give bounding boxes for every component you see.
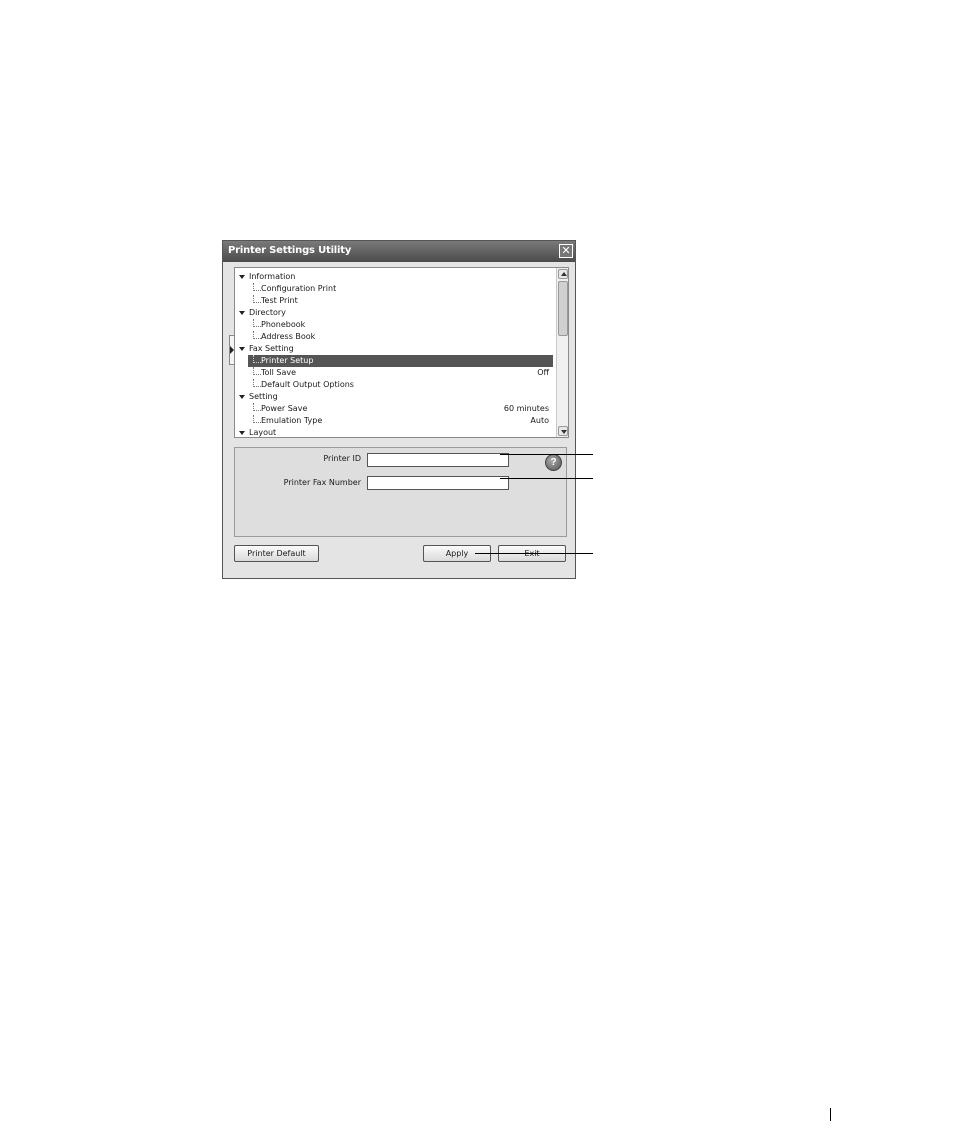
help-icon[interactable]: ?: [545, 454, 562, 471]
tree-item[interactable]: Default Output Options: [235, 379, 553, 391]
tree-item[interactable]: Test Print: [235, 295, 553, 307]
title-bar[interactable]: Printer Settings Utility ✕: [223, 241, 575, 262]
tree-item[interactable]: Emulation Type Auto: [235, 415, 553, 427]
tree-item-label: Printer Setup: [261, 356, 314, 365]
tree-item[interactable]: Address Book: [235, 331, 553, 343]
tree-item-label: Emulation Type: [261, 416, 323, 425]
tree-item[interactable]: Toll Save Off: [235, 367, 553, 379]
callout-line-printer-fax: [500, 478, 593, 479]
tree-item-value: Auto: [530, 416, 549, 425]
tree-item-label: Layout: [249, 428, 277, 437]
tree-connector: [253, 379, 261, 387]
tree-item-label: Default Output Options: [261, 380, 354, 389]
tree-connector: [253, 355, 261, 363]
tree-item-label: Toll Save: [261, 368, 297, 377]
triangle-down-icon[interactable]: [239, 311, 245, 315]
printer-fax-number-input[interactable]: [367, 476, 509, 490]
triangle-down-icon[interactable]: [239, 347, 245, 351]
printer-settings-window: Printer Settings Utility ✕ Information Co…: [222, 240, 576, 579]
printer-setup-form: Printer ID Printer Fax Number ?: [234, 447, 567, 537]
printer-id-input[interactable]: [367, 453, 509, 467]
callout-line-printer-id: [500, 454, 593, 455]
tree-item[interactable]: Phonebook: [235, 319, 553, 331]
callout-line-apply: [475, 553, 593, 554]
scroll-up-button[interactable]: [558, 269, 568, 279]
tree-item-label: Fax Setting: [249, 344, 294, 353]
triangle-down-icon[interactable]: [239, 431, 245, 435]
triangle-down-icon[interactable]: [239, 275, 245, 279]
tree-connector: [253, 295, 261, 303]
tree-connector: [253, 331, 261, 339]
printer-id-label: Printer ID: [323, 454, 361, 463]
tree-item-value: 60 minutes: [503, 404, 549, 413]
tree-item[interactable]: Printer Setup: [248, 355, 553, 367]
tree-item[interactable]: Configuration Print: [235, 283, 553, 295]
scroll-down-button[interactable]: [558, 426, 568, 436]
tree-item-label: Configuration Print: [261, 284, 337, 293]
tree-connector: [253, 319, 261, 327]
page-edge-mark: [830, 1108, 831, 1121]
tree-category[interactable]: Setting: [235, 391, 553, 403]
tree-item-label: Address Book: [261, 332, 316, 341]
arrow-up-icon: [561, 272, 567, 276]
tree-connector: [253, 367, 261, 375]
tree-category[interactable]: Directory: [235, 307, 553, 319]
arrow-down-icon: [561, 430, 567, 434]
tree-item-value: Off: [537, 368, 549, 377]
tree-item[interactable]: Power Save 60 minutes: [235, 403, 553, 415]
tree-category[interactable]: Layout: [235, 427, 553, 437]
triangle-down-icon[interactable]: [239, 395, 245, 399]
tree-item-label: Information: [249, 272, 296, 281]
tree-connector: [253, 283, 261, 291]
tree-item-label: Setting: [249, 392, 278, 401]
scroll-thumb[interactable]: [558, 281, 568, 336]
tree-item-label: Power Save: [261, 404, 308, 413]
tree-connector: [253, 415, 261, 423]
tree-item-label: Test Print: [261, 296, 298, 305]
printer-fax-number-label: Printer Fax Number: [283, 478, 361, 487]
tree-connector: [253, 403, 261, 411]
printer-default-button[interactable]: Printer Default: [234, 545, 319, 562]
tree-item-label: Directory: [249, 308, 286, 317]
tree-scrollbar[interactable]: [556, 268, 568, 437]
tree-category[interactable]: Information: [235, 271, 553, 283]
settings-tree: Information Configuration Print Test Print…: [234, 267, 569, 438]
close-icon[interactable]: ✕: [559, 244, 573, 258]
tree-item-label: Phonebook: [261, 320, 306, 329]
window-title: Printer Settings Utility: [228, 245, 352, 256]
tree-category[interactable]: Fax Setting: [235, 343, 553, 355]
